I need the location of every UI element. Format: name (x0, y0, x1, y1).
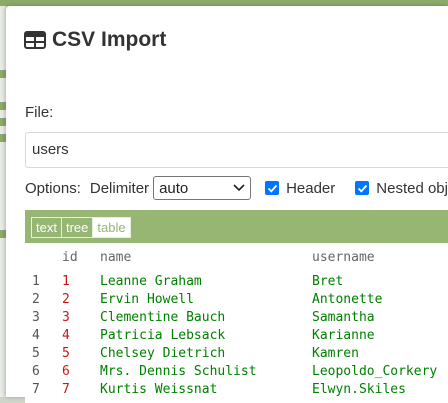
cell-id: 7 (62, 382, 70, 397)
cell-username: Bret (312, 274, 344, 289)
table-row[interactable]: 3 3 Clementine Bauch Samantha (25, 309, 448, 327)
cell-name: Clementine Bauch (100, 310, 226, 325)
delimiter-label: Delimiter (89, 179, 150, 197)
cell-username: Elwyn.Skiles (312, 382, 406, 397)
delimiter-value: auto (159, 179, 189, 197)
chevron-down-icon (233, 184, 245, 192)
nested-objects-label: Nested obje (376, 179, 448, 197)
cell-name: Leanne Graham (100, 274, 202, 289)
table-row[interactable]: 2 2 Ervin Howell Antonette (25, 291, 448, 309)
preview-panel: text tree table id name username 1 1 Lea… (25, 210, 448, 403)
checkmark-icon (357, 184, 367, 193)
table-row[interactable]: 7 7 Kurtis Weissnat Elwyn.Skiles (25, 381, 448, 399)
row-index: 5 (32, 346, 40, 361)
cell-id: 5 (62, 346, 70, 361)
checkmark-icon (267, 184, 277, 193)
dialog-title-row: CSV Import (24, 27, 166, 53)
delimiter-select[interactable]: auto (153, 176, 252, 200)
dialog-title: CSV Import (52, 28, 167, 51)
cell-name: Ervin Howell (100, 292, 194, 307)
options-label: Options: (25, 179, 81, 197)
cell-name: Chelsey Dietrich (100, 346, 226, 361)
cell-id: 4 (62, 328, 70, 343)
table-row[interactable]: 4 4 Patricia Lebsack Karianne (25, 327, 448, 345)
cell-username: Leopoldo_Corkery (312, 364, 438, 379)
row-index: 1 (32, 274, 40, 289)
view-mode-toggle: text tree table (31, 217, 131, 238)
mode-table-button[interactable]: table (93, 218, 130, 237)
preview-table: id name username 1 1 Leanne Graham Bret … (25, 243, 448, 399)
table-header-row: id name username (25, 243, 448, 273)
row-index: 3 (32, 310, 40, 325)
csv-import-dialog: CSV Import File: users Options: Delimite… (6, 6, 448, 403)
cell-id: 3 (62, 310, 70, 325)
column-header-username[interactable]: username (312, 243, 375, 273)
cell-id: 1 (62, 274, 70, 289)
row-index: 6 (32, 364, 40, 379)
row-index: 4 (32, 328, 40, 343)
column-header-id[interactable]: id (62, 243, 78, 273)
cell-name: Mrs. Dennis Schulist (100, 364, 257, 379)
table-row[interactable]: 5 5 Chelsey Dietrich Kamren (25, 345, 448, 363)
cell-name: Kurtis Weissnat (100, 382, 218, 397)
mode-text-button[interactable]: text (32, 218, 62, 237)
column-header-name[interactable]: name (100, 243, 131, 273)
cell-name: Patricia Lebsack (100, 328, 226, 343)
header-checkbox[interactable] (265, 181, 280, 195)
file-name-input[interactable]: users (25, 132, 448, 168)
options-row: Options: Delimiter auto Header Nested ob… (25, 176, 448, 200)
row-index: 7 (32, 382, 40, 397)
row-index: 2 (32, 292, 40, 307)
nested-objects-checkbox[interactable] (355, 181, 370, 195)
table-icon (24, 31, 46, 49)
cell-username: Kamren (312, 346, 359, 361)
table-row[interactable]: 6 6 Mrs. Dennis Schulist Leopoldo_Corker… (25, 363, 448, 381)
mode-tree-button[interactable]: tree (62, 218, 94, 237)
cell-username: Karianne (312, 328, 375, 343)
table-row[interactable]: 1 1 Leanne Graham Bret (25, 273, 448, 291)
preview-toolbar: text tree table (25, 210, 448, 243)
cell-id: 6 (62, 364, 70, 379)
cell-username: Samantha (312, 310, 375, 325)
header-label: Header (286, 179, 336, 197)
file-label: File: (25, 104, 54, 121)
cell-username: Antonette (312, 292, 383, 307)
cell-id: 2 (62, 292, 70, 307)
